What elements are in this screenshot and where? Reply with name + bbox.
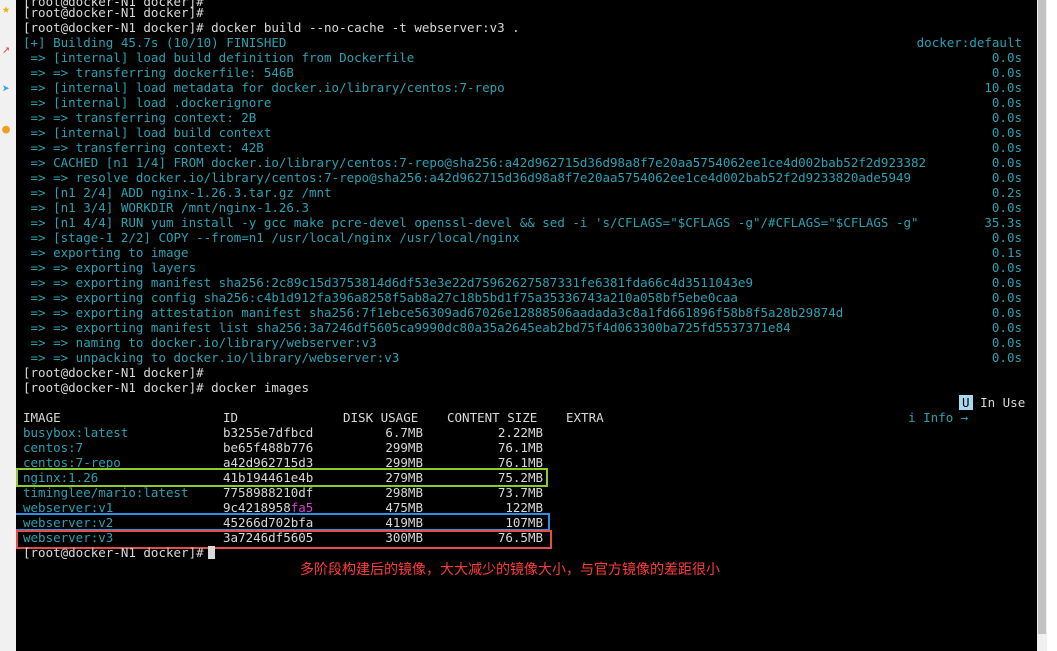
build-step-time: 0.0s — [991, 230, 1022, 245]
disk-usage: 298MB — [385, 485, 423, 500]
image-id-text: b3255e7dfbcd — [223, 425, 314, 440]
build-step-time: 0.0s — [991, 305, 1022, 320]
terminal-window[interactable]: [root@docker-N1 docker]# [root@docker-N1… — [16, 0, 1047, 651]
build-step-time: 0.0s — [991, 290, 1022, 305]
annotation-text: 多阶段构建后的镜像，大大减少的镜像大小，与官方镜像的差距很小 — [300, 562, 720, 578]
terminal-prompt: [root@docker-N1 docker]# — [23, 5, 204, 20]
image-id-text: 7758988210df — [223, 485, 314, 500]
side-toolbar: ★ ↗ ➤ ● — [0, 0, 17, 651]
send-icon[interactable]: ➤ — [0, 82, 12, 98]
column-disk-usage: DISK USAGE — [343, 410, 419, 425]
in-use-legend: U In Use — [959, 395, 1025, 410]
build-step-time: 0.0s — [991, 335, 1022, 350]
image-name: busybox:latest — [23, 425, 129, 440]
build-step-time: 0.0s — [991, 95, 1022, 110]
highlight-webserver-v2 — [16, 513, 550, 531]
build-step-time: 0.0s — [991, 350, 1022, 365]
build-step-time: 0.0s — [991, 155, 1022, 170]
arrow-icon[interactable]: ↗ — [0, 42, 12, 58]
images-command: [root@docker-N1 docker]# docker images — [23, 380, 309, 395]
column-id: ID — [223, 410, 239, 425]
content-size: 2.22MB — [497, 425, 543, 440]
build-step-time: 0.1s — [991, 245, 1022, 260]
column-extra: EXTRA — [566, 410, 604, 425]
scrollbar-thumb[interactable] — [1038, 0, 1046, 634]
content-size: 76.1MB — [497, 440, 543, 455]
build-step-time: 0.0s — [991, 50, 1022, 65]
column-content-size: CONTENT SIZE — [447, 410, 538, 425]
image-id: be65f488b776 — [223, 440, 313, 455]
content-size: 73.7MB — [497, 485, 543, 500]
in-use-label: In Use — [980, 395, 1026, 410]
disk-usage: 6.7MB — [385, 425, 423, 440]
image-name: centos:7 — [23, 440, 84, 455]
smiley-icon[interactable]: ● — [0, 122, 12, 138]
highlight-nginx — [16, 468, 548, 487]
image-id: 7758988210df — [223, 485, 313, 500]
column-image: IMAGE — [23, 410, 61, 425]
in-use-badge: U — [959, 395, 973, 410]
build-step-time: 0.0s — [991, 275, 1022, 290]
legend: i Info → — [878, 395, 968, 440]
build-step-time: 0.0s — [991, 140, 1022, 155]
final-prompt[interactable]: [root@docker-N1 docker]# — [23, 545, 215, 560]
build-step-time: 0.0s — [991, 110, 1022, 125]
build-step-time: 0.0s — [991, 260, 1022, 275]
build-step-time: 0.0s — [991, 170, 1022, 185]
terminal-prompt: [root@docker-N1 docker]# — [23, 365, 204, 380]
info-legend: i Info → — [908, 410, 969, 425]
text-cursor — [207, 546, 215, 559]
build-step-time: 35.3s — [984, 215, 1022, 230]
build-step-time: 10.0s — [984, 80, 1022, 95]
star-icon[interactable]: ★ — [0, 2, 12, 18]
build-step-time: 0.2s — [991, 185, 1022, 200]
image-id: b3255e7dfbcd — [223, 425, 313, 440]
disk-usage: 299MB — [385, 440, 423, 455]
image-name: timinglee/mario:latest — [23, 485, 189, 500]
build-step-time: 0.0s — [991, 320, 1022, 335]
image-id-text: be65f488b776 — [223, 440, 314, 455]
build-context: docker:default — [916, 35, 1022, 50]
build-step-time: 0.0s — [991, 65, 1022, 80]
build-step-time: 0.0s — [991, 125, 1022, 140]
final-prompt-text: [root@docker-N1 docker]# — [23, 545, 204, 560]
build-step-time: 0.0s — [991, 200, 1022, 215]
scrollbar[interactable] — [1037, 0, 1047, 651]
build-command: [root@docker-N1 docker]# docker build --… — [23, 20, 520, 35]
